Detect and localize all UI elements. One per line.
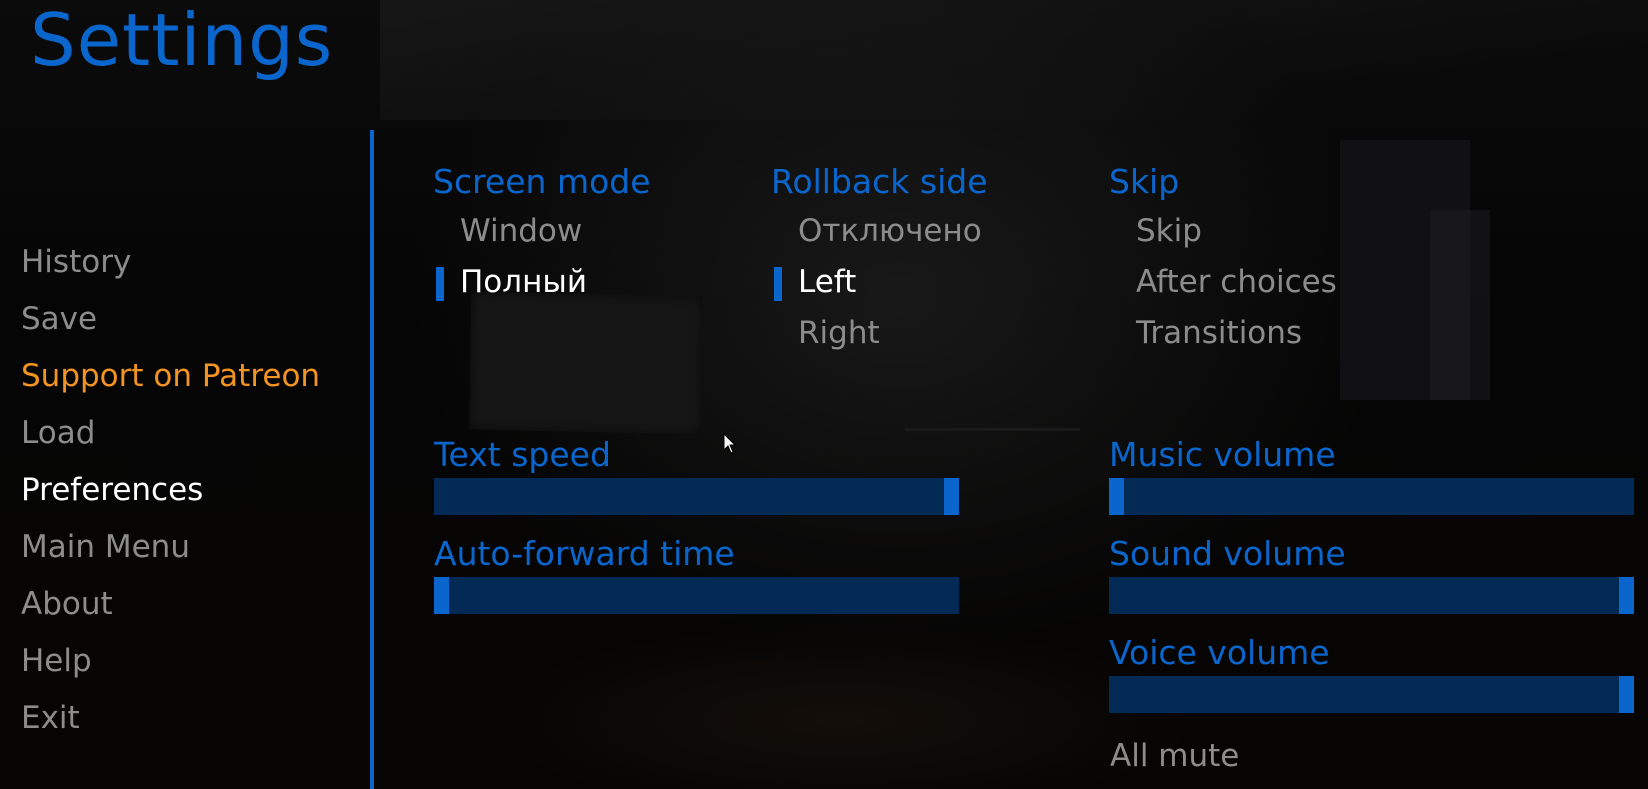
option-label: Полный [460,264,587,300]
option-label: Skip [1136,213,1202,249]
text-speed-group: Text speed [434,432,959,515]
nav-item-about[interactable]: About [21,576,320,633]
nav-item-main-menu[interactable]: Main Menu [21,519,320,576]
nav-item-help[interactable]: Help [21,633,320,690]
skip-after-choices-option[interactable]: After choices [1109,257,1337,308]
auto-forward-group: Auto-forward time [434,531,959,614]
sound-volume-label: Sound volume [1109,534,1346,573]
nav-item-load[interactable]: Load [21,405,320,462]
voice-volume-label: Voice volume [1109,633,1330,672]
auto-forward-slider[interactable] [434,577,959,614]
text-speed-label: Text speed [434,435,611,474]
option-label: Left [798,264,857,300]
background-ceiling [380,0,1648,120]
sound-volume-group: Sound volume [1109,531,1634,614]
voice-volume-group: Voice volume [1109,630,1634,713]
option-label: Отключено [798,213,982,249]
slider-thumb[interactable] [1109,478,1124,515]
nav-item-exit[interactable]: Exit [21,690,320,747]
nav-menu: History Save Support on Patreon Load Pre… [21,234,320,747]
nav-item-save[interactable]: Save [21,291,320,348]
option-label: Right [798,315,880,351]
all-mute-toggle[interactable]: All mute [1083,732,1239,780]
option-label: Transitions [1136,315,1303,351]
selected-marker [774,267,782,301]
mouse-cursor-icon [723,433,737,454]
rollback-side-group: Rollback side Отключено Left Right [771,158,988,359]
screen-mode-fullscreen-option[interactable]: Полный [433,257,651,308]
rollback-disabled-option[interactable]: Отключено [771,206,988,257]
skip-transitions-option[interactable]: Transitions [1109,308,1337,359]
skip-unseen-option[interactable]: Skip [1109,206,1337,257]
screen-mode-heading: Screen mode [433,162,651,201]
screen-mode-group: Screen mode Window Полный [433,158,651,308]
background-shelf [905,428,1080,431]
nav-item-history[interactable]: History [21,234,320,291]
nav-item-support-patreon[interactable]: Support on Patreon [21,348,320,405]
rollback-right-option[interactable]: Right [771,308,988,359]
background-picture-frame [469,291,703,435]
voice-volume-slider[interactable] [1109,676,1634,713]
option-label: After choices [1136,264,1337,300]
slider-thumb[interactable] [1619,577,1634,614]
skip-group: Skip Skip After choices Transitions [1109,158,1337,359]
skip-heading: Skip [1109,162,1180,201]
slider-thumb[interactable] [944,478,959,515]
music-volume-label: Music volume [1109,435,1336,474]
slider-thumb[interactable] [1619,676,1634,713]
selected-marker [436,267,444,301]
screen-mode-window-option[interactable]: Window [433,206,651,257]
auto-forward-label: Auto-forward time [434,534,735,573]
text-speed-slider[interactable] [434,478,959,515]
nav-divider [370,130,374,789]
slider-thumb[interactable] [434,577,449,614]
page-title: Settings [30,0,334,82]
rollback-side-heading: Rollback side [771,162,988,201]
music-volume-slider[interactable] [1109,478,1634,515]
nav-item-preferences[interactable]: Preferences [21,462,320,519]
background-door-panel [1430,210,1490,400]
option-label: Window [460,213,583,249]
rollback-left-option[interactable]: Left [771,257,988,308]
sound-volume-slider[interactable] [1109,577,1634,614]
music-volume-group: Music volume [1109,432,1634,515]
